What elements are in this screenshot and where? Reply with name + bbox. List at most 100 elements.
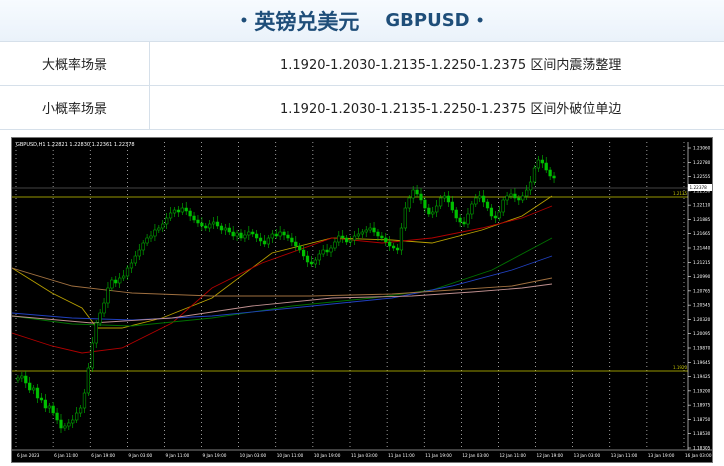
candle-body — [294, 241, 298, 247]
candle-body — [395, 247, 400, 251]
table-row: 小概率场景 1.1920-1.2030-1.2135-1.2250-1.2375… — [0, 85, 724, 130]
candle-body — [110, 279, 114, 289]
candle-body — [372, 227, 376, 233]
candle-body — [55, 412, 59, 421]
candle-body — [450, 201, 454, 211]
candle-body — [145, 237, 149, 244]
price-tick-label: 1.20545 — [693, 303, 711, 308]
candle-body — [438, 197, 443, 207]
candle-body — [200, 222, 204, 227]
candle-body — [368, 227, 372, 231]
candle-body — [212, 221, 216, 225]
candle-body — [482, 195, 486, 203]
candle-body — [106, 287, 110, 304]
ma-line-red — [12, 205, 553, 354]
candle-body — [227, 227, 231, 233]
candle-body — [125, 267, 130, 277]
candle-body — [485, 201, 490, 209]
candle-body — [204, 225, 208, 229]
candle-body — [90, 342, 94, 369]
candle-body — [239, 232, 243, 239]
candle-body — [509, 193, 513, 197]
candle-body — [133, 255, 137, 264]
candle-body — [313, 259, 317, 265]
candle-body — [247, 231, 251, 236]
candle-body — [219, 225, 224, 231]
candle-body — [16, 377, 20, 381]
candle-body — [75, 412, 79, 421]
level-label-lower: 1.1920 — [673, 365, 687, 370]
candle-body — [184, 207, 188, 212]
time-tick-label: 13 Jan 19:00 — [648, 453, 675, 458]
candle-body — [255, 233, 259, 239]
time-tick-label: 10 Jan 19:00 — [314, 453, 341, 458]
candle-body — [489, 207, 494, 217]
price-tick-label: 1.19200 — [693, 388, 711, 393]
currency-pair: GBPUSD — [385, 10, 470, 31]
candle-body — [286, 234, 290, 239]
candle-body — [337, 235, 341, 243]
candle-body — [32, 387, 36, 391]
candle-body — [28, 382, 32, 391]
candle-body — [552, 175, 556, 179]
time-tick-label: 13 Jan 11:00 — [611, 453, 638, 458]
candle-body — [384, 237, 388, 243]
price-tick-label: 1.21885 — [693, 217, 711, 222]
candle-body — [47, 405, 51, 409]
candle-body — [528, 181, 533, 191]
candle-body — [474, 197, 478, 205]
candle-body — [71, 419, 75, 424]
candle-body — [329, 247, 333, 253]
price-chart-canvas[interactable]: GBPUSD,H1 1.22821 1.22830 1.22361 1.2237… — [12, 138, 712, 462]
price-chart[interactable]: GBPUSD,H1 1.22821 1.22830 1.22361 1.2237… — [11, 137, 713, 463]
candle-body — [360, 231, 364, 235]
time-tick-label: 12 Jan 19:00 — [537, 453, 564, 458]
candle-body — [270, 233, 274, 239]
price-tick-label: 1.20320 — [693, 317, 711, 322]
candle-body — [540, 159, 544, 164]
candle-body — [309, 261, 314, 265]
candle-body — [161, 223, 165, 229]
candle-body — [298, 245, 302, 251]
candle-body — [231, 231, 235, 237]
time-tick-label: 11 Jan 11:00 — [388, 453, 415, 458]
time-tick-label: 9 Jan 11:00 — [165, 453, 189, 458]
candle-body — [427, 207, 431, 215]
price-tick-label: 1.21215 — [693, 260, 711, 265]
candle-body — [20, 375, 24, 379]
page-title-bar: • 英镑兑美元 GBPUSD • — [0, 0, 724, 42]
price-tick-label: 1.19870 — [693, 346, 711, 351]
candle-body — [493, 215, 497, 219]
candle-body — [165, 217, 169, 225]
candle-body — [35, 387, 40, 399]
candle-body — [392, 245, 396, 249]
candle-body — [478, 195, 482, 199]
candle-body — [172, 209, 177, 214]
candle-body — [403, 207, 407, 229]
candle-body — [497, 211, 501, 219]
candle-body — [305, 255, 310, 263]
candle-body — [376, 231, 380, 237]
price-tick-label: 1.21665 — [693, 231, 711, 236]
scenario-label: 大概率场景 — [0, 42, 150, 86]
candle-body — [325, 249, 329, 253]
price-tick-label: 1.23060 — [693, 146, 711, 151]
candle-body — [51, 405, 55, 414]
candle-body — [176, 209, 180, 213]
ma-line-pink — [12, 283, 553, 324]
candle-body — [317, 253, 321, 261]
candle-body — [129, 262, 134, 269]
candle-body — [251, 231, 255, 235]
time-tick-label: 10 Jan 11:00 — [277, 453, 304, 458]
candle-body — [215, 221, 220, 227]
time-tick-label: 13 Jan 03:00 — [574, 453, 601, 458]
candle-body — [153, 229, 157, 237]
price-tick-label: 1.18975 — [693, 403, 711, 408]
time-tick-label: 6 Jan 19:00 — [91, 453, 115, 458]
price-tick-label: 1.20990 — [693, 274, 711, 279]
candle-body — [118, 277, 122, 284]
candle-body — [458, 217, 462, 223]
candle-body — [333, 241, 337, 249]
candle-body — [168, 212, 173, 219]
candle-body — [505, 195, 509, 201]
